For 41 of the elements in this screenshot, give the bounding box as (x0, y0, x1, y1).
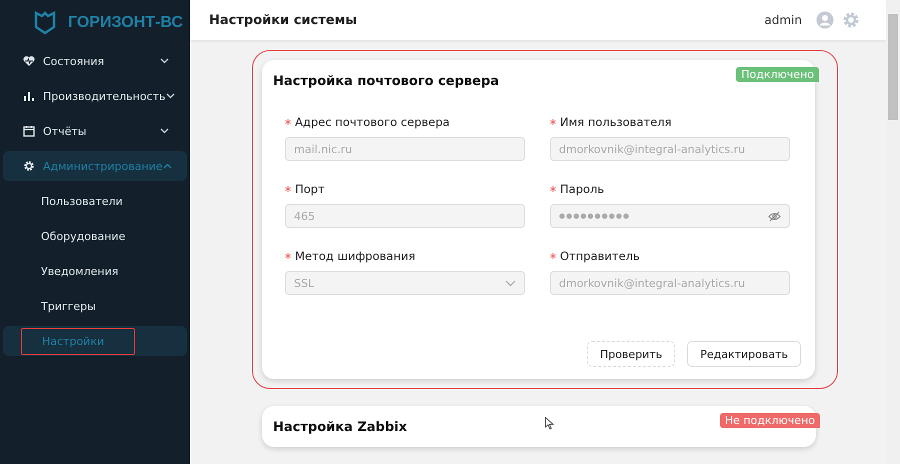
field-label: Пароль (560, 182, 604, 196)
nav-item[interactable]: Отчёты (3, 116, 187, 146)
nav-label: Состояния (43, 54, 104, 68)
action-button[interactable]: Редактировать (687, 341, 801, 367)
chevron-icon (160, 128, 169, 134)
submenu-item[interactable]: Оборудование (3, 221, 187, 251)
field-label: Метод шифрования (295, 249, 416, 263)
submenu-item[interactable]: Триггеры (3, 291, 187, 321)
submenu-item[interactable]: Уведомления (3, 256, 187, 286)
settings-icon[interactable] (842, 11, 860, 29)
field-label: Адрес почтового сервера (295, 115, 450, 129)
page-title: Настройки системы (209, 12, 357, 28)
scrollbar[interactable] (886, 0, 900, 464)
field-label: Порт (295, 182, 325, 196)
nav-item[interactable]: Производительность (3, 81, 187, 111)
status-badge: Не подключено (720, 413, 820, 428)
status-badge: Подключено (736, 67, 819, 82)
heart-pulse-icon (23, 55, 35, 67)
nav-label: Отчёты (43, 124, 86, 138)
nav-label: Производительность (43, 90, 166, 102)
shield-logo-icon (34, 11, 56, 35)
chevron-icon (160, 58, 169, 64)
nav-item[interactable]: Состояния (3, 46, 187, 76)
chevron-icon (166, 93, 174, 99)
calendar-icon (23, 125, 35, 137)
chevron-icon (505, 280, 516, 286)
card-title: Настройка Zabbix (273, 419, 408, 435)
bar-chart-icon (23, 90, 35, 102)
eye-hidden-icon[interactable] (768, 210, 781, 222)
card-title: Настройка почтового сервера (273, 73, 500, 89)
nav-label: Администрирование (43, 160, 163, 172)
logo-text: ГОРИЗОНТ-ВС (68, 14, 183, 32)
username: admin (764, 13, 802, 27)
submenu-item[interactable]: Пользователи (3, 186, 187, 216)
gear-icon (23, 160, 35, 172)
field-label: Отправитель (560, 249, 640, 263)
mouse-cursor-icon (545, 417, 554, 430)
action-button[interactable]: Проверить (586, 341, 676, 367)
field-label: Имя пользователя (560, 115, 672, 129)
user-avatar-icon[interactable] (816, 11, 834, 29)
chevron-icon (162, 163, 172, 169)
